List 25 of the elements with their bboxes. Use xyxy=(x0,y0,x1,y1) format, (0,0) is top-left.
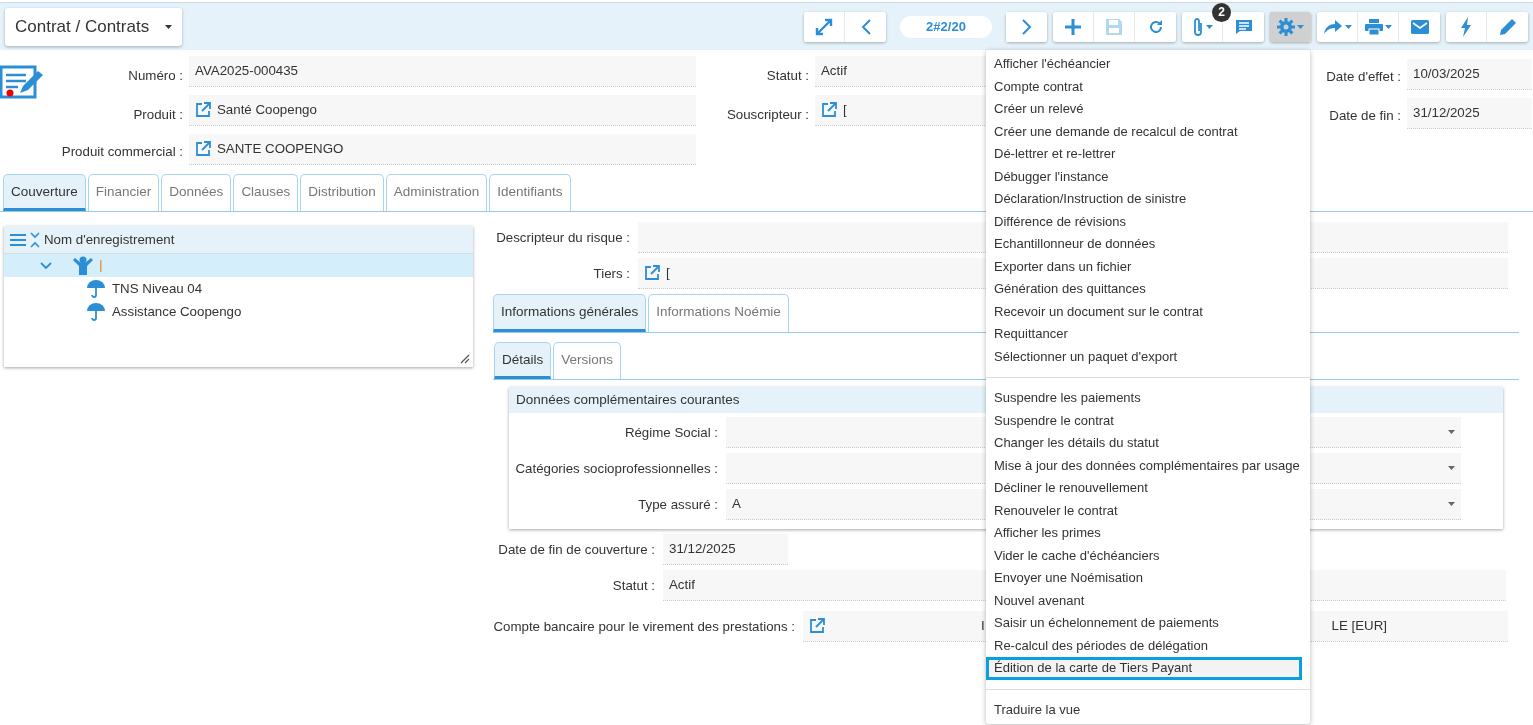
field-label: Produit commercial : xyxy=(60,143,183,162)
tree-item-label: Assistance Coopengo xyxy=(112,302,242,321)
field-label: Descripteur du risque : xyxy=(495,228,630,247)
field-value: SANTE COOPENGO xyxy=(189,134,696,165)
field-label: Produit : xyxy=(132,105,183,124)
field-label: Type assuré : xyxy=(637,495,718,514)
field-label: Date de fin de couverture : xyxy=(497,540,655,559)
field-label: Statut : xyxy=(611,576,655,595)
field-value: Santé Coopengo xyxy=(189,95,696,126)
field-label: Compte bancaire pour le virement des prestations : xyxy=(493,617,795,636)
field-label: Date d'effet : xyxy=(1325,67,1401,86)
field-value: 31/12/2025 xyxy=(1407,98,1532,129)
field-label: Souscripteur : xyxy=(725,105,809,124)
field-value: 31/12/2025 xyxy=(663,534,788,565)
field-label: Date de fin : xyxy=(1328,106,1401,125)
column-header: Nom d'enregistrement xyxy=(44,230,175,249)
field-label: Tiers : xyxy=(592,264,630,283)
field-label: Statut : xyxy=(765,66,809,85)
field-label: Catégories socioprofessionnelles : xyxy=(514,459,718,478)
field-label: Régime Social : xyxy=(623,423,718,442)
field-label: Numéro : xyxy=(127,66,183,85)
count-badge: 2 xyxy=(1212,2,1231,22)
field-value: 10/03/2025 xyxy=(1407,59,1532,90)
tree-item-label: TNS Niveau 04 xyxy=(112,279,203,298)
field-value: AVA2025-000435 xyxy=(189,56,696,87)
